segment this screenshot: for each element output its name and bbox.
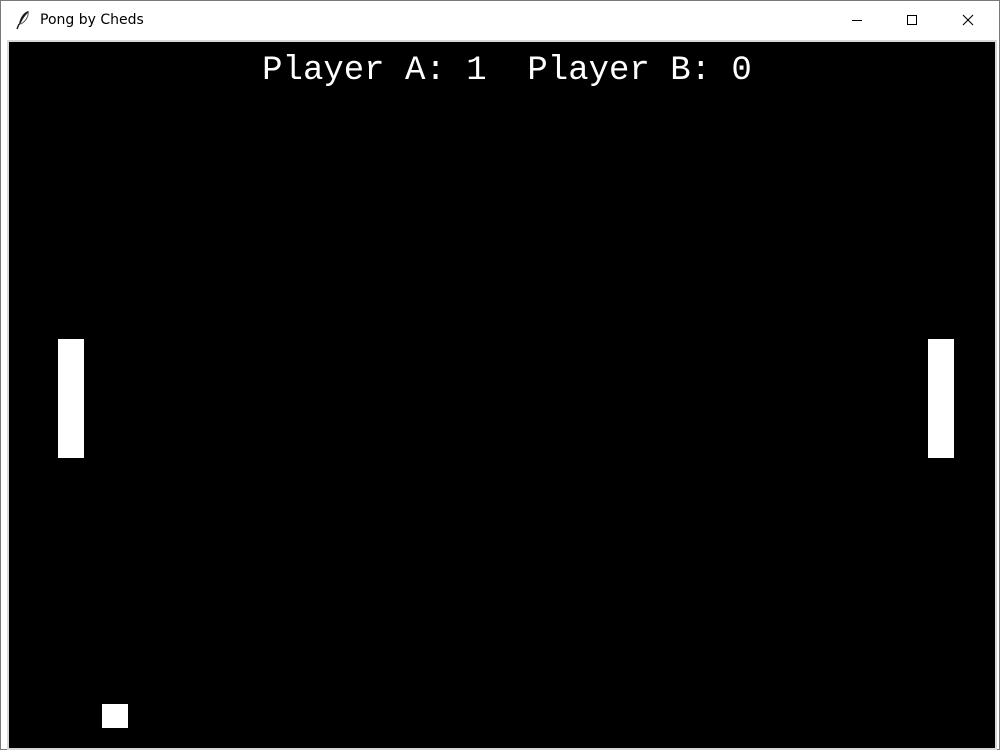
maximize-button[interactable] [889,1,935,39]
scoreboard: Player A: 1 Player B: 0 [262,52,752,90]
close-icon [962,14,974,26]
close-button[interactable] [945,1,991,39]
maximize-icon [906,14,918,26]
ball [102,704,128,728]
app-window: Pong by Cheds Player A: 1 Player B: 0 [0,0,1000,750]
title-bar[interactable]: Pong by Cheds [1,1,999,39]
game-canvas[interactable]: Player A: 1 Player B: 0 [7,40,997,750]
feather-icon [16,10,32,30]
minimize-button[interactable] [834,1,880,39]
minimize-icon [851,14,863,26]
left-paddle [58,339,84,458]
right-paddle [928,339,954,458]
window-title: Pong by Cheds [40,12,144,28]
